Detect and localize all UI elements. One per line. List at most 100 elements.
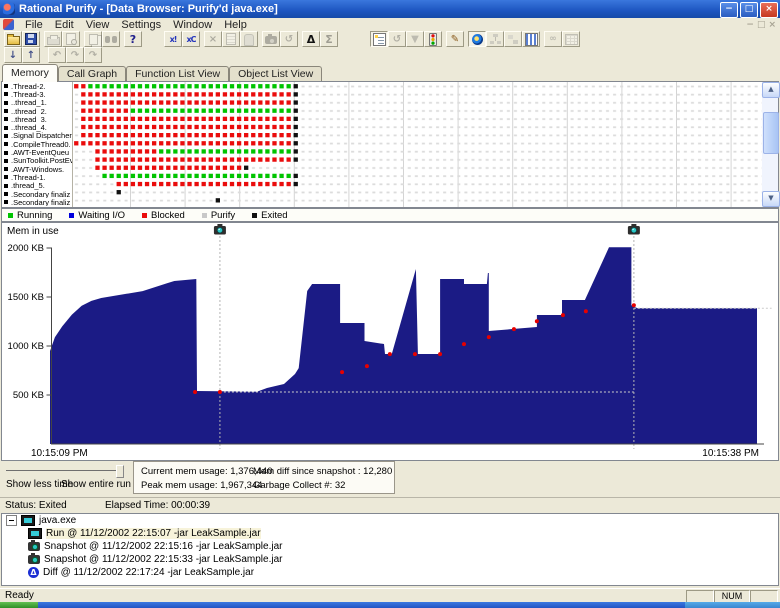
menu-view[interactable]: View: [80, 19, 116, 31]
thread-state-legend: RunningWaiting I/OBlockedPurifyExited: [1, 208, 779, 222]
tree-icon: [373, 33, 386, 46]
tab-memory[interactable]: Memory: [2, 64, 58, 82]
scroll-down-icon[interactable]: ▼: [762, 191, 780, 207]
chart-title: Mem in use: [7, 226, 59, 237]
run-status: Status: Exited: [5, 500, 67, 511]
cycle-view-button: ↺: [388, 31, 406, 47]
tab-object-list-view[interactable]: Object List View: [229, 66, 322, 82]
save-button[interactable]: [22, 31, 40, 47]
tree-item[interactable]: Run @ 11/12/2002 22:15:07 -jar LeakSampl…: [2, 527, 778, 540]
thread-row-label[interactable]: .SunToolkit.PostEv: [2, 157, 72, 165]
thread-row-label[interactable]: .AWT-Windows.: [2, 165, 72, 173]
purify-window: Rational Purify - [Data Browser: Purify'…: [0, 0, 780, 608]
snapshot-marker-camera-icon[interactable]: [214, 224, 226, 235]
navigator-tree-panel: java.exe Run @ 11/12/2002 22:15:07 -jar …: [1, 513, 779, 586]
tree-item-label[interactable]: Snapshot @ 11/12/2002 22:15:33 -jar Leak…: [44, 554, 282, 565]
thread-bullet-icon: [4, 192, 8, 196]
collapse-expander-icon[interactable]: [6, 515, 17, 526]
call-graph-button: [486, 31, 504, 47]
time-slider-track[interactable]: [6, 470, 118, 471]
mem-diff-since-snapshot: Mem diff since snapshot : 12,280: [253, 466, 394, 477]
thread-status-button[interactable]: [424, 31, 442, 47]
move-up-button[interactable]: ↑: [22, 47, 40, 63]
snapshot-marker-camera-icon[interactable]: [628, 224, 640, 235]
time-slider-handle[interactable]: [116, 465, 124, 478]
gc-event-dot: [512, 327, 516, 331]
copy-button: [84, 31, 102, 47]
show-entire-run-button[interactable]: Show entire run: [61, 479, 131, 490]
mdi-close-button: ×: [768, 20, 776, 30]
thread-panel-scrollbar[interactable]: ▲ ▼: [762, 82, 778, 207]
run-program-button[interactable]: x!: [164, 31, 182, 47]
scrollbar-thumb[interactable]: [763, 112, 779, 154]
thread-row-label[interactable]: .Secondary finaliz: [2, 190, 72, 198]
restore-button[interactable]: □: [740, 2, 758, 18]
toolbar-navigation: ↓↑↶↷↷: [0, 47, 780, 63]
print-button: [44, 31, 62, 47]
thread-row-label[interactable]: .CompileThread0.: [2, 140, 72, 148]
open-button[interactable]: [4, 31, 22, 47]
program-icon: [21, 515, 35, 526]
purify-app-icon: [3, 3, 15, 15]
menu-window[interactable]: Window: [167, 19, 218, 31]
tab-call-graph[interactable]: Call Graph: [58, 66, 126, 82]
tree-root-label[interactable]: java.exe: [39, 515, 76, 526]
thread-activity-grid[interactable]: [73, 82, 764, 207]
menu-edit[interactable]: Edit: [49, 19, 80, 31]
legend-item: Running: [8, 210, 52, 221]
tree-item-label[interactable]: Snapshot @ 11/12/2002 22:15:16 -jar Leak…: [44, 541, 282, 552]
annotate-button[interactable]: ✎: [446, 31, 464, 47]
gc-event-dot: [388, 352, 392, 356]
tree-root-row[interactable]: java.exe: [2, 514, 778, 527]
x-axis-end-label: 10:15:38 PM: [702, 448, 759, 459]
thread-name: .AWT-Windows.: [11, 165, 64, 173]
legend-swatch-icon: [69, 213, 74, 218]
chart-footer: Show less time Show entire run Current m…: [0, 461, 780, 497]
thread-row-label[interactable]: ..thread_2.: [2, 107, 72, 115]
thread-row-label[interactable]: .thread_5.: [2, 182, 72, 190]
thread-row-label[interactable]: .Thread-3.: [2, 90, 72, 98]
thread-row-label[interactable]: ..thread_4.: [2, 123, 72, 131]
y-axis-tick-label: 1500 KB: [8, 292, 44, 303]
navigator-tree-button[interactable]: [370, 31, 388, 47]
scroll-up-icon[interactable]: ▲: [762, 82, 780, 98]
minimize-button[interactable]: −: [720, 2, 738, 18]
tree-item[interactable]: Snapshot @ 11/12/2002 22:15:16 -jar Leak…: [2, 540, 778, 553]
hand-icon: [244, 34, 254, 46]
menu-settings[interactable]: Settings: [115, 19, 167, 31]
snapshot-camera-icon: [28, 555, 40, 564]
thread-row-label[interactable]: .Thread-1.: [2, 173, 72, 181]
thread-row-label[interactable]: ..thread_1.: [2, 99, 72, 107]
thread-row-label[interactable]: .Secondary finaliz: [2, 198, 72, 206]
memory-usage-chart[interactable]: 2000 KB1500 KB1000 KB500 KBMem in use10:…: [2, 223, 778, 460]
menu-file[interactable]: File: [19, 19, 49, 31]
context-help-button[interactable]: ?: [124, 31, 142, 47]
tree-item-label[interactable]: Run @ 11/12/2002 22:15:07 -jar LeakSampl…: [46, 528, 261, 539]
rec-blue-icon: x!: [167, 34, 179, 45]
rerun-program-button[interactable]: xC: [182, 31, 200, 47]
thread-row-label[interactable]: .AWT-EventQueu: [2, 148, 72, 156]
thread-bullet-icon: [4, 92, 8, 96]
stop-button: ×: [204, 31, 222, 47]
tree-item[interactable]: ΔDiff @ 11/12/2002 22:17:24 -jar LeakSam…: [2, 566, 778, 579]
tree-item-label[interactable]: Diff @ 11/12/2002 22:17:24 -jar LeakSamp…: [43, 567, 254, 578]
column-view-button[interactable]: [522, 31, 540, 47]
run-monitor-icon: [28, 528, 42, 539]
close-button[interactable]: ×: [760, 2, 778, 18]
title-bar[interactable]: Rational Purify - [Data Browser: Purify'…: [0, 0, 780, 18]
thread-row-label[interactable]: .Signal Dispatcher: [2, 132, 72, 140]
thread-row-label[interactable]: .Thread-2.: [2, 82, 72, 90]
thread-status-panel: .Thread-2..Thread-3...thread_1...thread_…: [1, 81, 779, 208]
tree-item[interactable]: Snapshot @ 11/12/2002 22:15:33 -jar Leak…: [2, 553, 778, 566]
thread-row-label[interactable]: ..thread_3.: [2, 115, 72, 123]
diff-button[interactable]: Δ: [302, 31, 320, 47]
tab-function-list-view[interactable]: Function List View: [126, 66, 229, 82]
thread-name: .Secondary finaliz: [11, 198, 70, 206]
thread-name: .Thread-2.: [11, 82, 46, 90]
menu-help[interactable]: Help: [218, 19, 253, 31]
move-down-button[interactable]: ↓: [4, 47, 22, 63]
memory-tab-button[interactable]: [468, 31, 486, 47]
current-mem-usage: Current mem usage: 1,376,440: [141, 466, 253, 477]
document-icon: [3, 19, 14, 30]
menu-items: FileEditViewSettingsWindowHelp: [19, 19, 253, 31]
